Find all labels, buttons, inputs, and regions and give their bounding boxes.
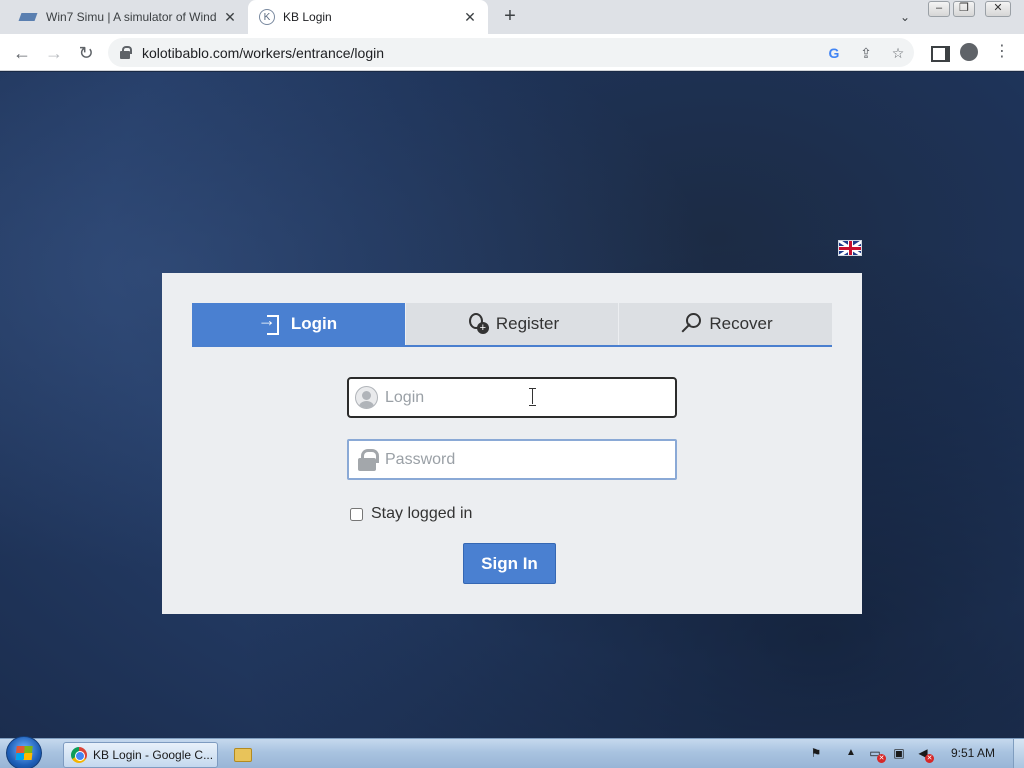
tab-register-label: Register (495, 314, 560, 333)
tab-title: Win7 Simu | A simulator of Wind (46, 10, 217, 24)
login-field[interactable] (347, 377, 677, 418)
stay-logged-in-option[interactable]: Stay logged in (350, 504, 472, 524)
login-panel: Login Register Recover Stay logged in Si… (162, 273, 862, 614)
stay-logged-in-label: Stay logged in (371, 505, 473, 522)
close-tab-icon[interactable]: ✕ (462, 9, 478, 25)
forward-arrow-icon[interactable]: → (42, 41, 66, 65)
window-close-button[interactable]: ✕ (985, 1, 1011, 17)
reload-icon[interactable]: ↻ (74, 41, 98, 65)
password-field[interactable] (347, 439, 677, 480)
folder-icon (234, 748, 252, 762)
tab-recover-label: Recover (709, 314, 773, 333)
page-background: Login Register Recover Stay logged in Si… (0, 72, 1024, 738)
taskbar: KB Login - Google C... ⚑ ▲ ▭ ✕ ▣ ◀ ✕ 9:51 … (0, 736, 1024, 768)
text-cursor-icon (529, 388, 537, 406)
action-center-flag-icon[interactable]: ⚑ (808, 745, 824, 761)
url-text[interactable]: kolotibablo.com/workers/entrance/login (142, 45, 384, 61)
share-icon[interactable]: ⇪ (856, 43, 876, 63)
login-input[interactable] (385, 379, 670, 416)
tab-login-label: Login (290, 314, 338, 333)
side-panel-icon[interactable] (926, 41, 950, 63)
tab-search-chevron-down-icon[interactable]: ⌄ (896, 8, 914, 26)
win7-simu-favicon-icon (20, 10, 38, 24)
window-minimize-button[interactable]: – (928, 1, 950, 17)
browser-tab-kb-login[interactable]: K KB Login ✕ (248, 0, 488, 34)
login-icon (258, 310, 282, 335)
address-bar[interactable]: kolotibablo.com/workers/entrance/login G… (108, 38, 914, 67)
browser-toolbar: ← → ↻ kolotibablo.com/workers/entrance/l… (0, 34, 1024, 71)
taskbar-item-chrome[interactable]: KB Login - Google C... (63, 742, 218, 768)
form-tabs: Login Register Recover (192, 303, 832, 347)
tab-title: KB Login (283, 10, 332, 24)
kebab-menu-icon[interactable]: ⋮ (991, 41, 1013, 63)
chrome-icon (71, 747, 87, 763)
user-add-icon (465, 313, 489, 335)
volume-muted-icon[interactable]: ◀ ✕ (915, 745, 934, 763)
window-restore-button[interactable]: ❐ (953, 1, 975, 17)
profile-avatar-icon[interactable] (958, 41, 980, 63)
user-icon (355, 386, 378, 409)
kb-favicon-icon: K (259, 9, 275, 25)
stay-logged-in-checkbox[interactable] (350, 507, 363, 521)
taskbar-item-explorer[interactable] (228, 742, 258, 768)
sign-in-button[interactable]: Sign In (463, 543, 556, 584)
show-hidden-icons-up-arrow-icon[interactable]: ▲ (843, 745, 859, 761)
network-error-icon[interactable]: ▭ ✕ (867, 745, 886, 763)
browser-tab-win7-simu[interactable]: Win7 Simu | A simulator of Wind ✕ (8, 0, 248, 34)
show-desktop-button[interactable] (1013, 739, 1024, 768)
password-input[interactable] (385, 441, 670, 478)
tab-recover[interactable]: Recover (618, 303, 832, 345)
tab-strip: Win7 Simu | A simulator of Wind ✕ K KB L… (0, 0, 1024, 34)
uk-flag-icon[interactable] (838, 240, 862, 256)
key-icon (678, 313, 702, 335)
close-tab-icon[interactable]: ✕ (222, 9, 238, 25)
bookmark-star-icon[interactable]: ☆ (888, 43, 908, 63)
taskbar-clock[interactable]: 9:51 AM (946, 746, 1000, 760)
start-button-windows-icon[interactable] (6, 736, 42, 768)
new-tab-plus-icon[interactable]: + (498, 5, 522, 29)
back-arrow-icon[interactable]: ← (10, 41, 34, 65)
tab-register[interactable]: Register (405, 303, 618, 345)
padlock-icon (358, 449, 379, 471)
google-translate-icon[interactable]: G (824, 43, 844, 63)
lock-icon[interactable] (120, 46, 132, 59)
display-icon[interactable]: ▣ (891, 745, 907, 761)
tab-login[interactable]: Login (192, 303, 405, 345)
taskbar-item-label: KB Login - Google C... (93, 748, 213, 762)
